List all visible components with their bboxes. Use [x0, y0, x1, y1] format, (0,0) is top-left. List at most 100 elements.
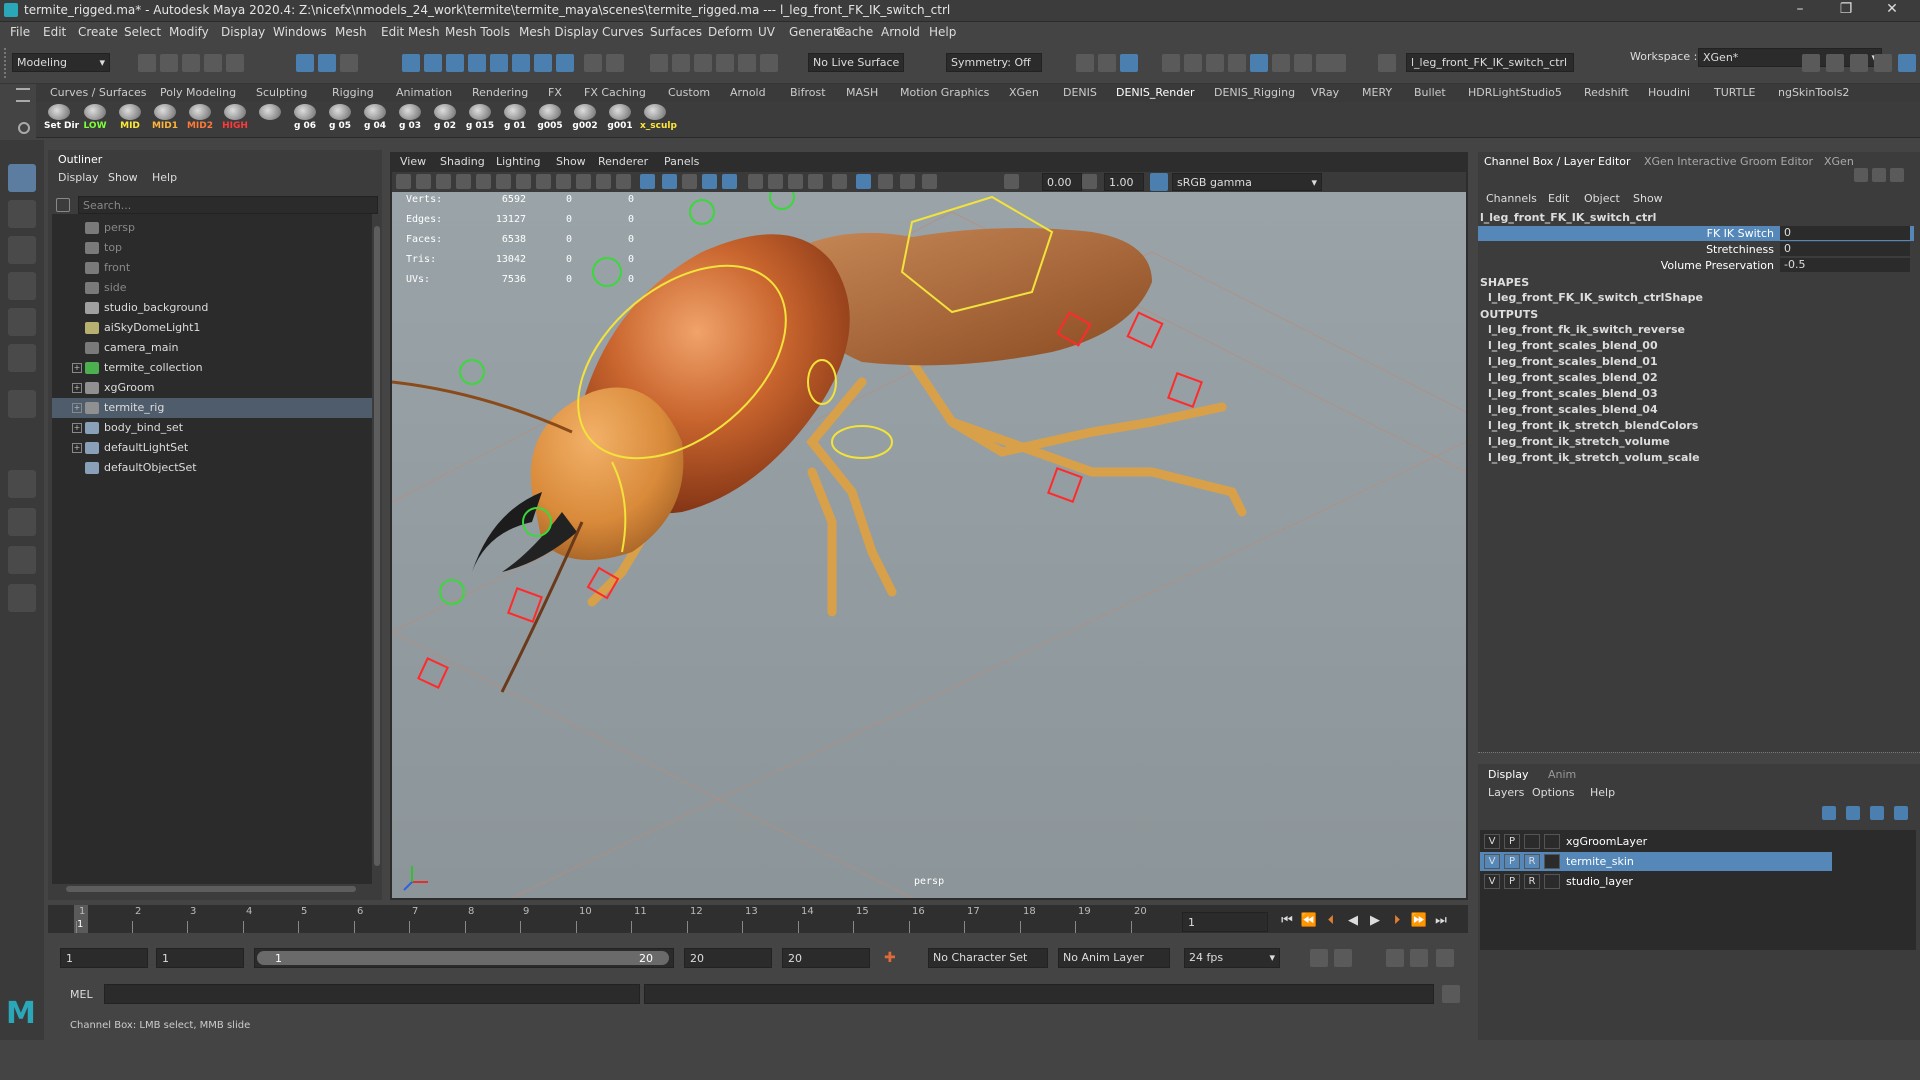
ambient-occlusion-icon[interactable]: [768, 174, 783, 189]
script-editor-icon[interactable]: [1442, 985, 1460, 1003]
step-forward-key-icon[interactable]: ⏵: [1388, 912, 1406, 930]
layer-visibility-toggle[interactable]: V: [1484, 834, 1500, 849]
layer-row-studio-layer[interactable]: V P Rstudio_layer: [1480, 872, 1832, 891]
play-backwards-icon[interactable]: ◀: [1344, 912, 1362, 930]
maximize-button[interactable]: ❐: [1826, 1, 1866, 21]
cb-splitter[interactable]: [1478, 752, 1920, 758]
channel-box-icon-b[interactable]: [1872, 168, 1886, 182]
new-empty-layer-icon[interactable]: [1870, 806, 1884, 820]
minimize-button[interactable]: –: [1780, 1, 1820, 21]
le-menu-options[interactable]: Options: [1532, 786, 1574, 799]
shelf-tab-motion-graphics[interactable]: Motion Graphics: [900, 86, 989, 99]
cb-attribute-row[interactable]: Stretchiness 0: [1478, 242, 1914, 257]
menu-surfaces[interactable]: Surfaces: [650, 25, 702, 39]
anim-layer-dropdown[interactable]: No Anim Layer: [1058, 948, 1170, 968]
menu-windows[interactable]: Windows: [273, 25, 327, 39]
shelf-button[interactable]: g005: [535, 104, 565, 136]
shelf-button[interactable]: MID: [115, 104, 145, 136]
shelf-gear-icon[interactable]: [16, 88, 30, 102]
menu-edit-mesh[interactable]: Edit Mesh: [381, 25, 440, 39]
light-editor-icon[interactable]: [1228, 54, 1246, 72]
cb-attribute-name[interactable]: Stretchiness: [1478, 243, 1774, 256]
shelf-tab-denis-rigging[interactable]: DENIS_Rigging: [1214, 86, 1295, 99]
move-layer-up-icon[interactable]: [1822, 806, 1836, 820]
cache-playback-icon[interactable]: [1334, 949, 1352, 967]
shelf-tab-ngskintools2[interactable]: ngSkinTools2: [1778, 86, 1849, 99]
shelf-tab-xgen[interactable]: XGen: [1009, 86, 1039, 99]
redo-icon[interactable]: [226, 54, 244, 72]
undo-icon[interactable]: [204, 54, 222, 72]
channel-box-icon-a[interactable]: [1854, 168, 1868, 182]
shelf-tab-bifrost[interactable]: Bifrost: [790, 86, 826, 99]
camera-attributes-icon[interactable]: [416, 174, 431, 189]
step-back-key-icon[interactable]: ⏴: [1322, 912, 1340, 930]
shelf-button[interactable]: g 03: [395, 104, 425, 136]
textured-icon[interactable]: [702, 174, 717, 189]
range-slider-handle[interactable]: [257, 951, 669, 965]
lasso-tool-icon[interactable]: [8, 200, 36, 228]
tab-anim-layers[interactable]: Anim: [1548, 768, 1576, 781]
arnold-ipr-icon[interactable]: [1272, 54, 1290, 72]
outliner-menu-show[interactable]: Show: [108, 171, 138, 184]
outliner-layout-icon[interactable]: [8, 584, 36, 612]
exposure-icon[interactable]: [1004, 174, 1019, 189]
persp-outliner-layout-icon[interactable]: [8, 546, 36, 574]
shelf-button[interactable]: Set Dir: [44, 104, 79, 136]
layer-visibility-toggle[interactable]: V: [1484, 874, 1500, 889]
layer-color-swatch[interactable]: [1544, 854, 1560, 869]
menu-cache[interactable]: Cache: [836, 25, 873, 39]
viewport-menu-view[interactable]: View: [400, 155, 426, 168]
move-tool-icon[interactable]: [8, 272, 36, 300]
shelf-tab-bullet[interactable]: Bullet: [1414, 86, 1446, 99]
arnold-render-icon[interactable]: [1250, 54, 1268, 72]
menu-mesh-display[interactable]: Mesh Display: [519, 25, 599, 39]
expand-toggle-icon[interactable]: +: [72, 363, 82, 373]
make-live-icon[interactable]: [694, 54, 712, 72]
outliner-scrollbar-thumb[interactable]: [374, 226, 380, 866]
menu-help[interactable]: Help: [929, 25, 956, 39]
select-object-icon[interactable]: [318, 54, 336, 72]
cb-output-node[interactable]: l_leg_front_ik_stretch_volume: [1488, 435, 1670, 448]
outliner-scrollbar[interactable]: [372, 214, 382, 884]
sound-icon[interactable]: [1386, 949, 1404, 967]
cb-menu-show[interactable]: Show: [1633, 192, 1663, 205]
outliner-item-body-bind-set[interactable]: + body_bind_set: [52, 418, 372, 438]
outliner-item-aiskydomelight1[interactable]: aiSkyDomeLight1: [52, 318, 372, 338]
menu-set-dropdown[interactable]: Modeling ▾: [12, 53, 110, 72]
layer-playback-toggle[interactable]: P: [1504, 874, 1520, 889]
viewport-field-a[interactable]: 0.00: [1042, 173, 1082, 191]
shelf-tab-rendering[interactable]: Rendering: [472, 86, 528, 99]
gamma-icon[interactable]: [1082, 174, 1097, 189]
shelf-tab-sculpting[interactable]: Sculpting: [256, 86, 307, 99]
shelf-tab-mery[interactable]: MERY: [1362, 86, 1392, 99]
shelf-button[interactable]: MID1: [150, 104, 180, 136]
outliner-item-side[interactable]: side: [52, 278, 372, 298]
tab-xgen-groom[interactable]: XGen Interactive Groom Editor: [1644, 155, 1813, 168]
shelf-button[interactable]: g 06: [290, 104, 320, 136]
shelf-tab-denis-render[interactable]: DENIS_Render: [1116, 86, 1195, 99]
shelf-tab-curves-surfaces[interactable]: Curves / Surfaces: [50, 86, 147, 99]
shelf-tab-poly-modeling[interactable]: Poly Modeling: [160, 86, 236, 99]
motion-blur-icon[interactable]: [788, 174, 803, 189]
menu-arnold[interactable]: Arnold: [881, 25, 920, 39]
shelf-settings-icon[interactable]: [18, 122, 30, 134]
shelf-tab-mash[interactable]: MASH: [846, 86, 878, 99]
character-set-dropdown[interactable]: No Character Set: [928, 948, 1048, 968]
cb-attribute-value[interactable]: 0: [1780, 242, 1910, 256]
snap-plane-icon[interactable]: [556, 54, 574, 72]
cb-output-node[interactable]: l_leg_front_scales_blend_02: [1488, 371, 1658, 384]
layer-reference-toggle[interactable]: R: [1524, 854, 1540, 869]
layer-playback-toggle[interactable]: P: [1504, 854, 1520, 869]
cb-attribute-row[interactable]: FK IK Switch 0: [1478, 226, 1914, 241]
outliner-item-defaultlightset[interactable]: + defaultLightSet: [52, 438, 372, 458]
tool-settings-icon[interactable]: [1850, 54, 1868, 72]
shelf-tab-rigging[interactable]: Rigging: [332, 86, 374, 99]
shelf-button[interactable]: g 04: [360, 104, 390, 136]
bookmarks-icon[interactable]: [436, 174, 451, 189]
time-editor-icon[interactable]: [1410, 949, 1428, 967]
symmetry-dropdown[interactable]: Symmetry: Off: [946, 53, 1042, 72]
shelf-button[interactable]: g 015: [465, 104, 495, 136]
cb-output-node[interactable]: l_leg_front_scales_blend_04: [1488, 403, 1658, 416]
fps-dropdown[interactable]: 24 fps ▾: [1184, 948, 1280, 968]
step-forward-icon[interactable]: ⏩: [1410, 912, 1428, 930]
